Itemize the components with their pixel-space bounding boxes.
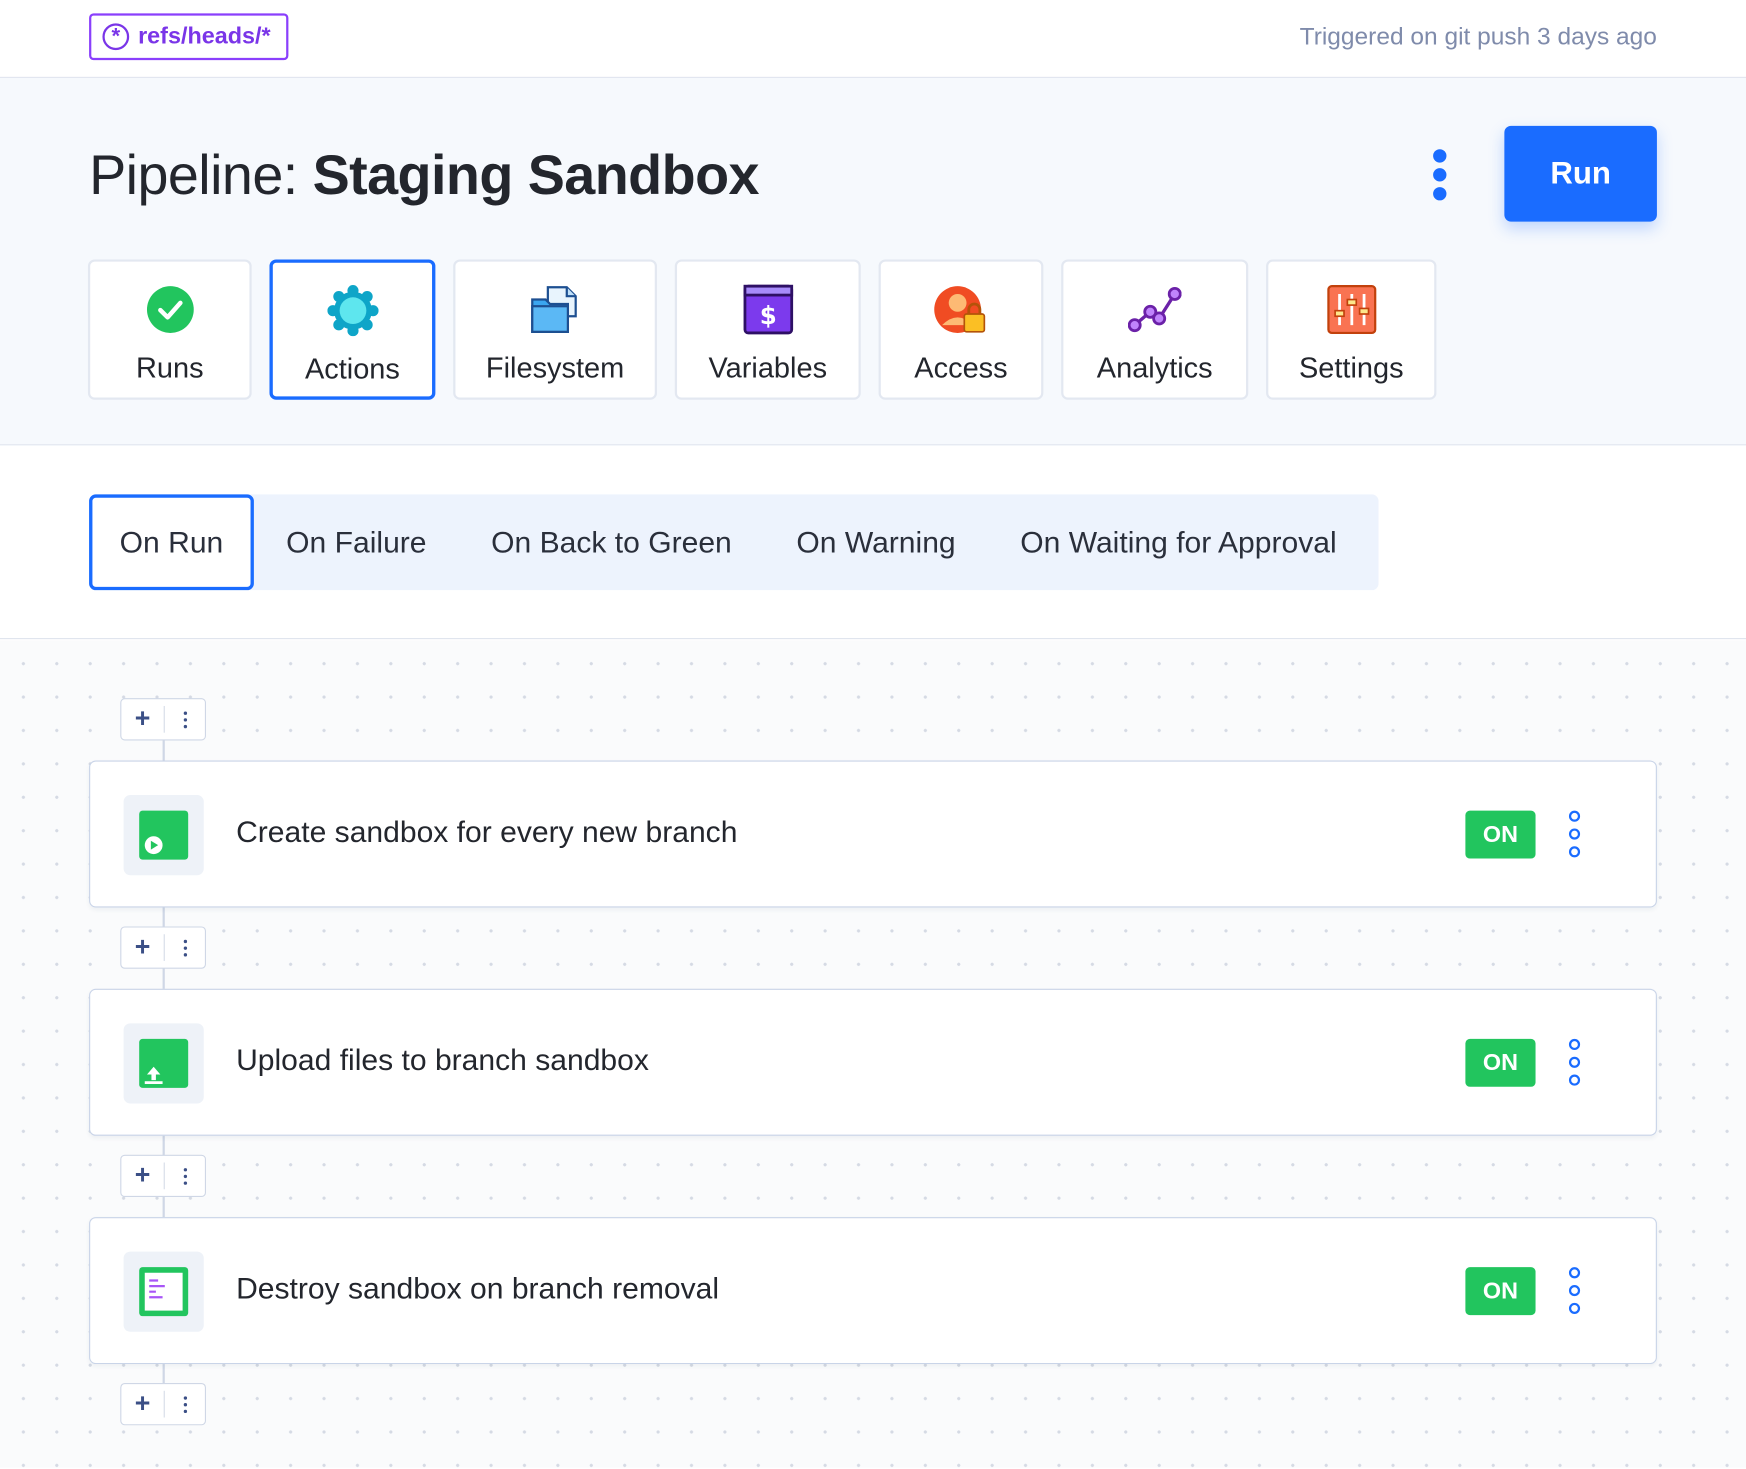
branch-badge[interactable]: * refs/heads/* bbox=[89, 13, 289, 61]
nav-tile-actions[interactable]: Actions bbox=[269, 259, 436, 400]
pipeline-name: Staging Sandbox bbox=[312, 143, 760, 207]
add-action-control: + bbox=[120, 698, 207, 741]
action-icon-box bbox=[123, 1251, 204, 1332]
tab-on-warning[interactable]: On Warning bbox=[764, 494, 988, 590]
status-toggle[interactable]: ON bbox=[1465, 1038, 1536, 1087]
terminal-icon bbox=[139, 1267, 189, 1317]
folder-icon bbox=[527, 282, 583, 338]
dollar-icon: $ bbox=[740, 282, 796, 338]
nav-tile-label: Runs bbox=[136, 350, 204, 385]
insert-menu-button[interactable] bbox=[165, 1384, 205, 1424]
nav-tile-label: Analytics bbox=[1096, 350, 1213, 385]
event-tabs-section: On Run On Failure On Back to Green On Wa… bbox=[0, 445, 1746, 640]
add-action-control: + bbox=[120, 1382, 207, 1426]
svg-text:$: $ bbox=[759, 301, 776, 330]
page-title: Pipeline: Staging Sandbox bbox=[89, 143, 759, 208]
action-card[interactable]: Upload files to branch sandbox ON bbox=[89, 988, 1657, 1136]
actions-canvas: + + + + Create sandbox for every new bra… bbox=[0, 640, 1746, 1468]
asterisk-icon: * bbox=[102, 23, 130, 51]
connector-line bbox=[162, 738, 165, 761]
add-action-button[interactable]: + bbox=[121, 1384, 163, 1424]
tab-on-waiting-for-approval[interactable]: On Waiting for Approval bbox=[988, 494, 1369, 590]
gear-icon bbox=[325, 283, 381, 339]
add-action-button[interactable]: + bbox=[121, 699, 163, 739]
nav-tile-filesystem[interactable]: Filesystem bbox=[453, 259, 657, 400]
pipeline-header: Pipeline: Staging Sandbox Run Runs Actio… bbox=[0, 77, 1746, 446]
nav-tile-label: Access bbox=[914, 350, 1008, 385]
pipeline-nav: Runs Actions Filesystem $ Variables Acce… bbox=[87, 259, 1437, 400]
title-prefix: Pipeline: bbox=[89, 143, 298, 207]
action-icon-box bbox=[123, 1023, 204, 1104]
tab-on-back-to-green[interactable]: On Back to Green bbox=[459, 494, 764, 590]
sliders-icon bbox=[1323, 282, 1379, 338]
nav-tile-access[interactable]: Access bbox=[878, 259, 1044, 400]
nav-tile-runs[interactable]: Runs bbox=[87, 259, 252, 400]
nav-tile-settings[interactable]: Settings bbox=[1266, 259, 1437, 400]
add-action-control: + bbox=[120, 1154, 207, 1198]
action-menu-button[interactable] bbox=[1566, 1267, 1584, 1314]
insert-menu-button[interactable] bbox=[165, 699, 205, 739]
user-lock-icon bbox=[933, 282, 989, 338]
run-button[interactable]: Run bbox=[1504, 125, 1657, 222]
insert-menu-button[interactable] bbox=[165, 1156, 205, 1196]
nav-tile-label: Filesystem bbox=[485, 350, 625, 385]
nav-tile-analytics[interactable]: Analytics bbox=[1061, 259, 1249, 400]
action-title: Create sandbox for every new branch bbox=[236, 815, 738, 849]
check-circle-icon bbox=[142, 282, 198, 338]
trigger-info: Triggered on git push 3 days ago bbox=[1299, 22, 1657, 51]
event-tabs: On Run On Failure On Back to Green On Wa… bbox=[89, 494, 1379, 591]
branch-label: refs/heads/* bbox=[138, 23, 271, 49]
tab-on-run[interactable]: On Run bbox=[89, 494, 254, 591]
insert-menu-button[interactable] bbox=[165, 928, 205, 968]
action-title: Upload files to branch sandbox bbox=[236, 1043, 649, 1077]
add-action-control: + bbox=[120, 926, 207, 969]
nav-tile-label: Variables bbox=[708, 350, 828, 385]
status-toggle[interactable]: ON bbox=[1465, 810, 1536, 859]
play-icon bbox=[139, 810, 189, 860]
add-action-button[interactable]: + bbox=[121, 1156, 163, 1196]
pipeline-more-menu[interactable] bbox=[1425, 149, 1454, 201]
tab-on-failure[interactable]: On Failure bbox=[254, 494, 459, 590]
action-title: Destroy sandbox on branch removal bbox=[236, 1271, 720, 1306]
nav-tile-label: Actions bbox=[304, 351, 400, 386]
nav-tile-label: Settings bbox=[1298, 350, 1404, 385]
add-action-button[interactable]: + bbox=[121, 928, 163, 968]
nav-tile-variables[interactable]: $ Variables bbox=[674, 259, 861, 400]
upload-icon bbox=[139, 1038, 189, 1088]
action-menu-button[interactable] bbox=[1566, 810, 1584, 858]
action-icon-box bbox=[123, 795, 204, 876]
action-card[interactable]: Destroy sandbox on branch removal ON bbox=[89, 1217, 1657, 1365]
action-menu-button[interactable] bbox=[1566, 1038, 1584, 1086]
status-toggle[interactable]: ON bbox=[1465, 1267, 1536, 1316]
top-bar: * refs/heads/* Triggered on git push 3 d… bbox=[0, 0, 1746, 78]
analytics-icon bbox=[1127, 282, 1183, 338]
action-card[interactable]: Create sandbox for every new branch ON bbox=[89, 760, 1657, 908]
